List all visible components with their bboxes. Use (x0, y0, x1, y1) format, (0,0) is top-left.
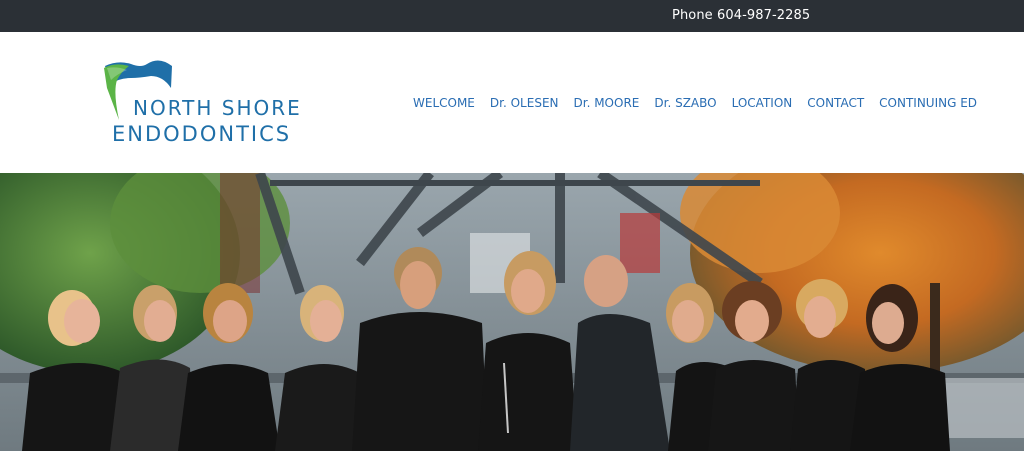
hero-team-photo (0, 173, 1024, 451)
nav-dr-moore[interactable]: Dr. MOORE (574, 96, 640, 110)
nav-continuing-ed[interactable]: CONTINUING ED (879, 96, 977, 110)
main-navigation: WELCOME Dr. OLESEN Dr. MOORE Dr. SZABO L… (413, 96, 977, 110)
nav-dr-olesen[interactable]: Dr. OLESEN (490, 96, 559, 110)
top-bar: Phone 604-987-2285 (0, 0, 1024, 32)
phone-number[interactable]: Phone 604-987-2285 (672, 8, 810, 23)
nav-contact[interactable]: CONTACT (807, 96, 864, 110)
brand-line-2: ENDODONTICS (112, 122, 292, 146)
nav-welcome[interactable]: WELCOME (413, 96, 475, 110)
site-header: NORTH SHORE ENDODONTICS WELCOME Dr. OLES… (0, 32, 1024, 173)
nav-dr-szabo[interactable]: Dr. SZABO (654, 96, 716, 110)
nav-location[interactable]: LOCATION (732, 96, 793, 110)
site-logo[interactable]: NORTH SHORE ENDODONTICS (103, 58, 303, 154)
brand-line-1: NORTH SHORE (133, 96, 302, 120)
team-photo-image (0, 173, 1024, 451)
